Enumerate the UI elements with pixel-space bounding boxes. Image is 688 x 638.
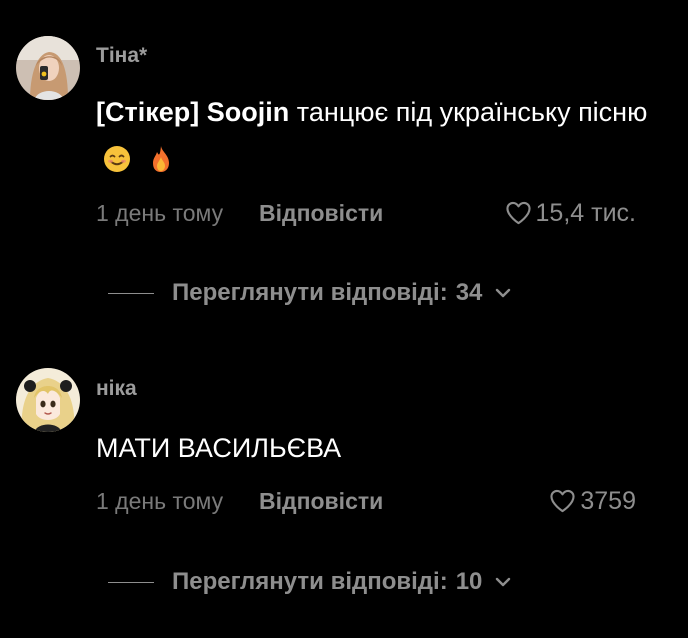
heart-icon [550,489,575,513]
view-replies-label: Переглянути відповіді: [172,279,448,306]
avatar[interactable] [16,36,80,100]
heart-icon [505,201,531,225]
reply-button[interactable]: Відповісти [259,197,383,229]
username[interactable]: Тіна* [96,44,147,68]
replies-count: 34 [455,279,483,306]
mention[interactable]: Soojin [207,97,290,127]
avatar[interactable] [16,368,80,432]
replies-count: 10 [455,568,483,595]
comment-text: МАТИ ВАСИЛЬЄВА [96,433,342,463]
comment-meta: 1 день тому Відповісти 3759 [96,485,636,517]
sticker-label: [Стікер] [96,97,200,127]
divider-line [108,581,154,583]
reply-button[interactable]: Відповісти [259,485,383,517]
like-button[interactable]: 3759 [549,485,636,517]
view-replies-button[interactable]: Переглянути відповіді: 10 [108,566,512,598]
view-replies-button[interactable]: Переглянути відповіді: 34 [108,277,512,309]
chevron-down-icon [496,577,511,587]
view-replies-label: Переглянути відповіді: [172,568,448,595]
timestamp: 1 день тому [96,200,224,226]
smiling-face-icon [102,143,132,173]
comment-item: Тіна* [Стікер] Soojin танцює під українс… [0,0,688,320]
divider-line [108,292,154,294]
timestamp: 1 день тому [96,488,224,514]
user-avatar-photo-icon [16,36,80,100]
comment-meta: 1 день тому Відповісти 15,4 тис. [96,197,636,229]
like-button[interactable]: 15,4 тис. [505,197,636,229]
like-count: 15,4 тис. [535,198,636,227]
username[interactable]: ніка [96,377,137,401]
fire-icon [146,143,176,173]
comment-text: [Стікер] Soojin танцює під українську пі… [96,90,656,178]
like-count: 3759 [580,486,636,515]
chevron-down-icon [496,288,511,298]
user-avatar-anime-icon [16,368,80,432]
comment-item: ніка МАТИ ВАСИЛЬЄВА 1 день тому Відповіс… [0,320,688,638]
comment-body: танцює під українську пісню [296,97,648,127]
